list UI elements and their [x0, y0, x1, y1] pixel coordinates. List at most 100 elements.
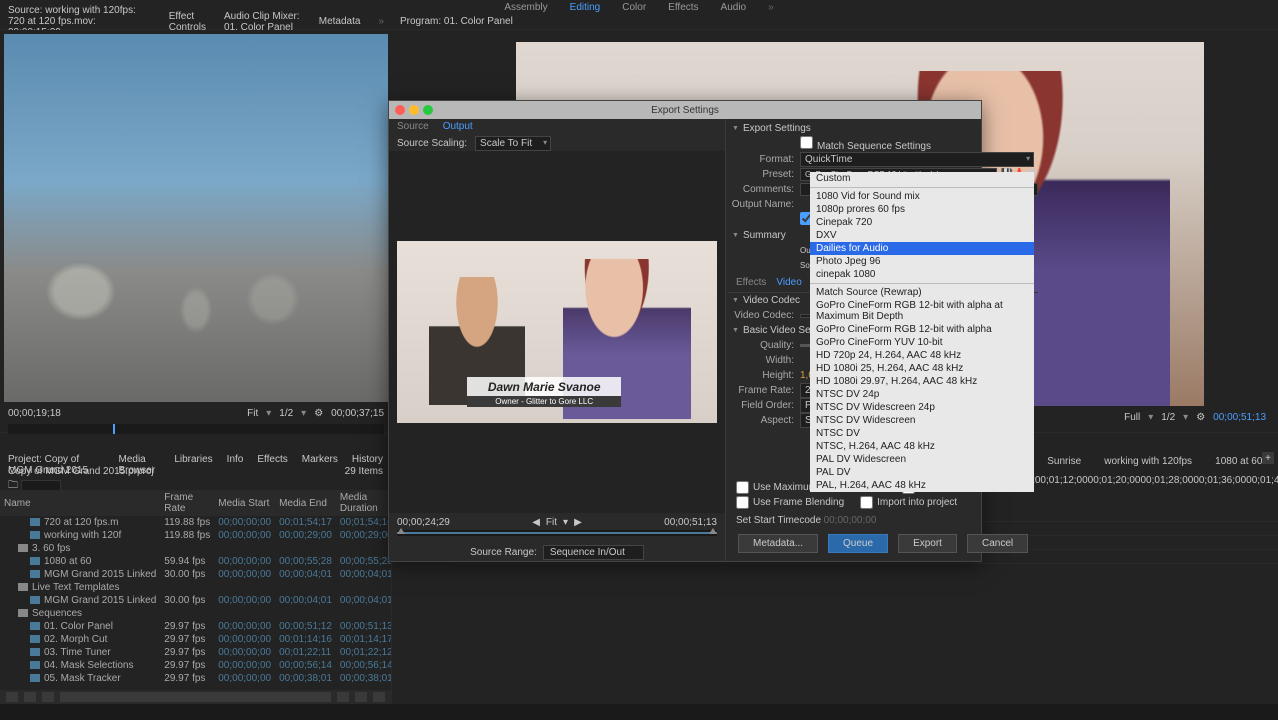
frame-blend-check[interactable]: Use Frame Blending: [736, 496, 844, 509]
add-panel-icon[interactable]: +: [1262, 452, 1274, 464]
tab-media-browser[interactable]: Media Browser: [119, 454, 161, 464]
preset-item[interactable]: Custom: [810, 172, 1034, 185]
preset-item[interactable]: PAL DV Widescreen: [810, 453, 1034, 466]
start-tc-field[interactable]: 00;00;00;00: [824, 515, 877, 526]
preset-item[interactable]: 1080 Vid for Sound mix: [810, 190, 1034, 203]
table-row[interactable]: MGM Grand 2015 Linked30.00 fps00;00;00;0…: [0, 568, 391, 581]
preset-item[interactable]: Dailies for Audio: [810, 242, 1034, 255]
table-row[interactable]: Live Text Templates: [0, 581, 391, 594]
export-button[interactable]: Export: [898, 534, 957, 553]
maximize-icon[interactable]: [423, 105, 433, 115]
source-range-dropdown[interactable]: Sequence In/Out: [543, 545, 644, 560]
ws-effects[interactable]: Effects: [668, 2, 698, 13]
settings-icon[interactable]: ⚙: [314, 408, 323, 419]
column-header[interactable]: Media End: [275, 490, 336, 516]
new-item-icon[interactable]: [355, 692, 367, 702]
tab-export-source[interactable]: Source: [397, 121, 429, 133]
program-quality[interactable]: 1/2: [1161, 412, 1175, 423]
preset-item[interactable]: Match Source (Rewrap): [810, 286, 1034, 299]
preset-item[interactable]: NTSC DV 24p: [810, 388, 1034, 401]
queue-button[interactable]: Queue: [828, 534, 888, 553]
close-icon[interactable]: [395, 105, 405, 115]
export-tc-out[interactable]: 00;00;51;13: [664, 517, 717, 528]
preset-item[interactable]: DXV: [810, 229, 1034, 242]
source-tc-left[interactable]: 00;00;19;18: [8, 408, 61, 419]
preset-item[interactable]: NTSC DV Widescreen: [810, 414, 1034, 427]
tab-info[interactable]: Info: [227, 454, 244, 464]
minimize-icon[interactable]: [409, 105, 419, 115]
freeform-view-icon[interactable]: [42, 692, 54, 702]
source-scaling-dropdown[interactable]: Scale To Fit: [475, 136, 551, 151]
trash-icon[interactable]: [373, 692, 385, 702]
preset-item[interactable]: 1080p prores 60 fps: [810, 203, 1034, 216]
project-table[interactable]: NameFrame RateMedia StartMedia EndMedia …: [0, 490, 391, 690]
tab-export-output[interactable]: Output: [443, 121, 473, 133]
preset-dropdown-menu[interactable]: Custom 1080 Vid for Sound mix1080p prores…: [810, 172, 1034, 492]
column-header[interactable]: Frame Rate: [160, 490, 214, 516]
export-tc-in[interactable]: 00;00;24;29: [397, 517, 450, 528]
export-scrub-bar[interactable]: [397, 530, 717, 536]
preset-item[interactable]: GoPro CineForm YUV 10-bit: [810, 336, 1034, 349]
preset-item[interactable]: NTSC DV: [810, 427, 1034, 440]
source-fit[interactable]: Fit: [247, 408, 258, 419]
cancel-button[interactable]: Cancel: [967, 534, 1028, 553]
preset-item[interactable]: NTSC DV Widescreen 24p: [810, 401, 1034, 414]
table-row[interactable]: 1080 at 6059.94 fps00;00;00;0000;00;55;2…: [0, 555, 391, 568]
tab-metadata[interactable]: Metadata: [319, 16, 361, 27]
column-header[interactable]: Name: [0, 490, 160, 516]
mark-120fps[interactable]: working with 120fps: [1104, 456, 1192, 467]
mark-1080[interactable]: 1080 at 60: [1215, 456, 1262, 467]
table-row[interactable]: 03. Time Tuner29.97 fps00;00;00;0000;01;…: [0, 646, 391, 659]
export-titlebar[interactable]: Export Settings: [389, 101, 981, 119]
tab-fx-effects[interactable]: Effects: [736, 277, 766, 288]
ws-assembly[interactable]: Assembly: [504, 2, 547, 13]
metadata-button[interactable]: Metadata...: [738, 534, 818, 553]
preset-item[interactable]: PAL, H.264, AAC 48 kHz: [810, 479, 1034, 492]
ws-color[interactable]: Color: [622, 2, 646, 13]
preset-item[interactable]: PAL DV: [810, 466, 1034, 479]
preset-item[interactable]: HD 720p 24, H.264, AAC 48 kHz: [810, 349, 1034, 362]
preset-item[interactable]: NTSC, H.264, AAC 48 kHz: [810, 440, 1034, 453]
table-row[interactable]: 3. 60 fps: [0, 542, 391, 555]
tab-markers[interactable]: Markers: [302, 454, 338, 464]
list-view-icon[interactable]: [6, 692, 18, 702]
source-scrub-bar[interactable]: [8, 424, 384, 434]
tab-program[interactable]: Program: 01. Color Panel: [400, 16, 513, 27]
table-row[interactable]: 01. Color Panel29.97 fps00;00;00;0000;00…: [0, 620, 391, 633]
tab-history[interactable]: History: [352, 454, 383, 464]
table-row[interactable]: 05. Mask Tracker29.97 fps00;00;00;0000;0…: [0, 672, 391, 685]
tab-effects2[interactable]: Effects: [257, 454, 287, 464]
format-dropdown[interactable]: QuickTime: [800, 152, 1034, 167]
preset-item[interactable]: HD 1080i 25, H.264, AAC 48 kHz: [810, 362, 1034, 375]
tab-project[interactable]: Project: Copy of MGM Grand 2015: [8, 454, 105, 464]
table-row[interactable]: 04. Mask Selections29.97 fps00;00;00;000…: [0, 659, 391, 672]
panel-menu-icon[interactable]: »: [378, 16, 384, 27]
source-monitor[interactable]: [4, 34, 388, 402]
column-header[interactable]: Media Duration: [336, 490, 391, 516]
mark-sunrise[interactable]: Sunrise: [1047, 456, 1081, 467]
settings-icon[interactable]: ⚙: [1196, 412, 1205, 423]
tab-libraries[interactable]: Libraries: [174, 454, 212, 464]
preset-item[interactable]: cinepak 1080: [810, 268, 1034, 281]
preset-item[interactable]: GoPro CineForm RGB 12-bit with alpha: [810, 323, 1034, 336]
preset-item[interactable]: Photo Jpeg 96: [810, 255, 1034, 268]
tab-fx-video[interactable]: Video: [776, 277, 801, 288]
summary-header[interactable]: Summary: [743, 230, 786, 241]
ws-editing[interactable]: Editing: [570, 2, 601, 13]
video-codec-header[interactable]: Video Codec: [743, 295, 800, 306]
preset-item[interactable]: Cinepak 720: [810, 216, 1034, 229]
new-bin-icon[interactable]: [337, 692, 349, 702]
table-row[interactable]: 720 at 120 fps.m119.88 fps00;00;00;0000;…: [0, 516, 391, 529]
ws-overflow-icon[interactable]: »: [768, 2, 774, 13]
table-row[interactable]: Sequences: [0, 607, 391, 620]
column-header[interactable]: Media Start: [214, 490, 275, 516]
preset-item[interactable]: GoPro CineForm RGB 12-bit with alpha at …: [810, 299, 1034, 323]
table-row[interactable]: working with 120f119.88 fps00;00;00;0000…: [0, 529, 391, 542]
source-quality[interactable]: 1/2: [279, 408, 293, 419]
table-row[interactable]: MGM Grand 2015 Linked30.00 fps00;00;00;0…: [0, 594, 391, 607]
icon-view-icon[interactable]: [24, 692, 36, 702]
export-settings-header[interactable]: Export Settings: [743, 123, 811, 134]
program-fit[interactable]: Full: [1124, 412, 1140, 423]
match-sequence-check[interactable]: Match Sequence Settings: [800, 136, 931, 152]
export-preview[interactable]: Dawn Marie Svanoe Owner - Glitter to Gor…: [397, 241, 717, 423]
